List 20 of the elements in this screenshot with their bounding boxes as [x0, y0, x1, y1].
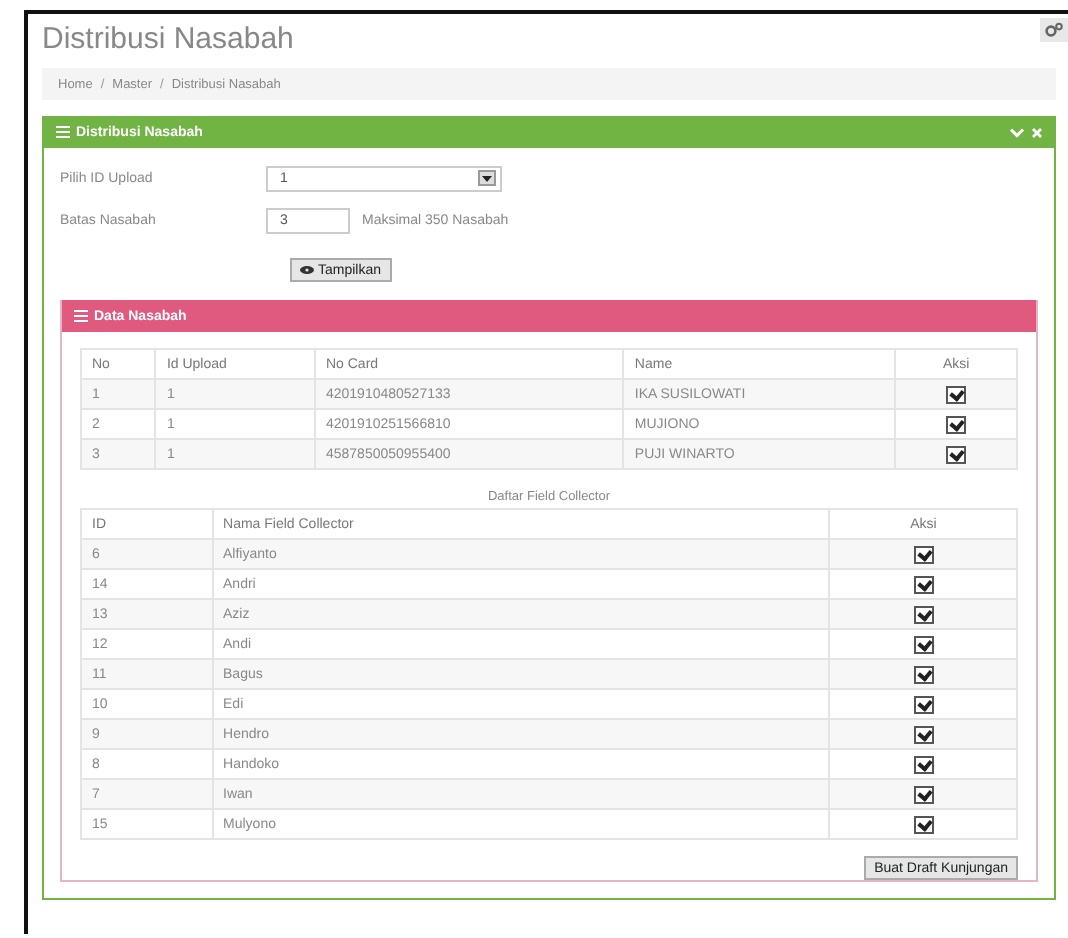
checkbox[interactable] — [946, 445, 967, 463]
page-title: Distribusi Nasabah — [42, 20, 294, 60]
checkbox[interactable] — [913, 635, 934, 653]
checkbox[interactable] — [913, 695, 934, 713]
dropdown-arrow-icon — [482, 175, 492, 181]
settings-icon — [1044, 22, 1064, 38]
checkbox[interactable] — [913, 725, 934, 743]
settings-button[interactable] — [1040, 18, 1068, 42]
menu-icon — [74, 310, 88, 322]
checkbox[interactable] — [913, 575, 934, 593]
checkbox[interactable] — [913, 665, 934, 683]
checkbox[interactable] — [946, 385, 967, 403]
menu-icon — [56, 126, 70, 138]
eye-icon — [300, 266, 314, 274]
checkbox[interactable] — [913, 605, 934, 623]
checkbox[interactable] — [913, 815, 934, 833]
checkbox[interactable] — [946, 415, 967, 433]
checkbox[interactable] — [913, 755, 934, 773]
checkbox[interactable] — [913, 545, 934, 563]
checkbox[interactable] — [913, 785, 934, 803]
